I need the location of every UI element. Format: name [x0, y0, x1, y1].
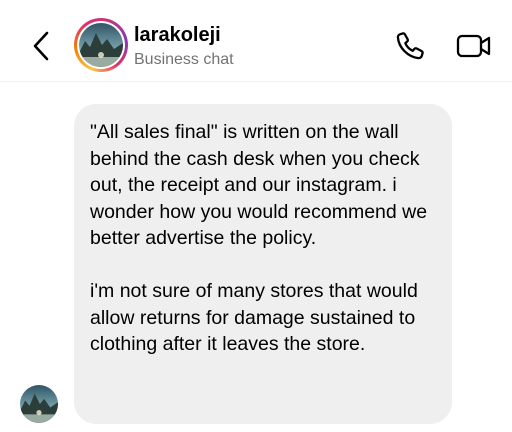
- back-button[interactable]: [26, 28, 56, 64]
- profile-avatar[interactable]: [74, 18, 128, 72]
- chat-header: larakoleji Business chat: [0, 0, 512, 82]
- chat-subtitle: Business chat: [134, 51, 234, 68]
- video-camera-icon: [456, 34, 491, 58]
- message-paragraph: "All sales final" is written on the wall…: [90, 121, 428, 249]
- chevron-left-icon: [33, 31, 49, 61]
- message-paragraph: i'm not sure of many stores that would a…: [90, 280, 418, 355]
- message-bubble[interactable]: "All sales final" is written on the wall…: [74, 104, 452, 424]
- sender-avatar[interactable]: [20, 385, 58, 423]
- chat-title: larakoleji Business chat: [134, 24, 234, 70]
- avatar-border: [77, 21, 125, 69]
- chat-username[interactable]: larakoleji: [134, 24, 234, 46]
- video-call-button[interactable]: [456, 30, 492, 62]
- phone-icon: [396, 32, 424, 60]
- call-button[interactable]: [394, 30, 426, 62]
- avatar-image: [79, 23, 123, 67]
